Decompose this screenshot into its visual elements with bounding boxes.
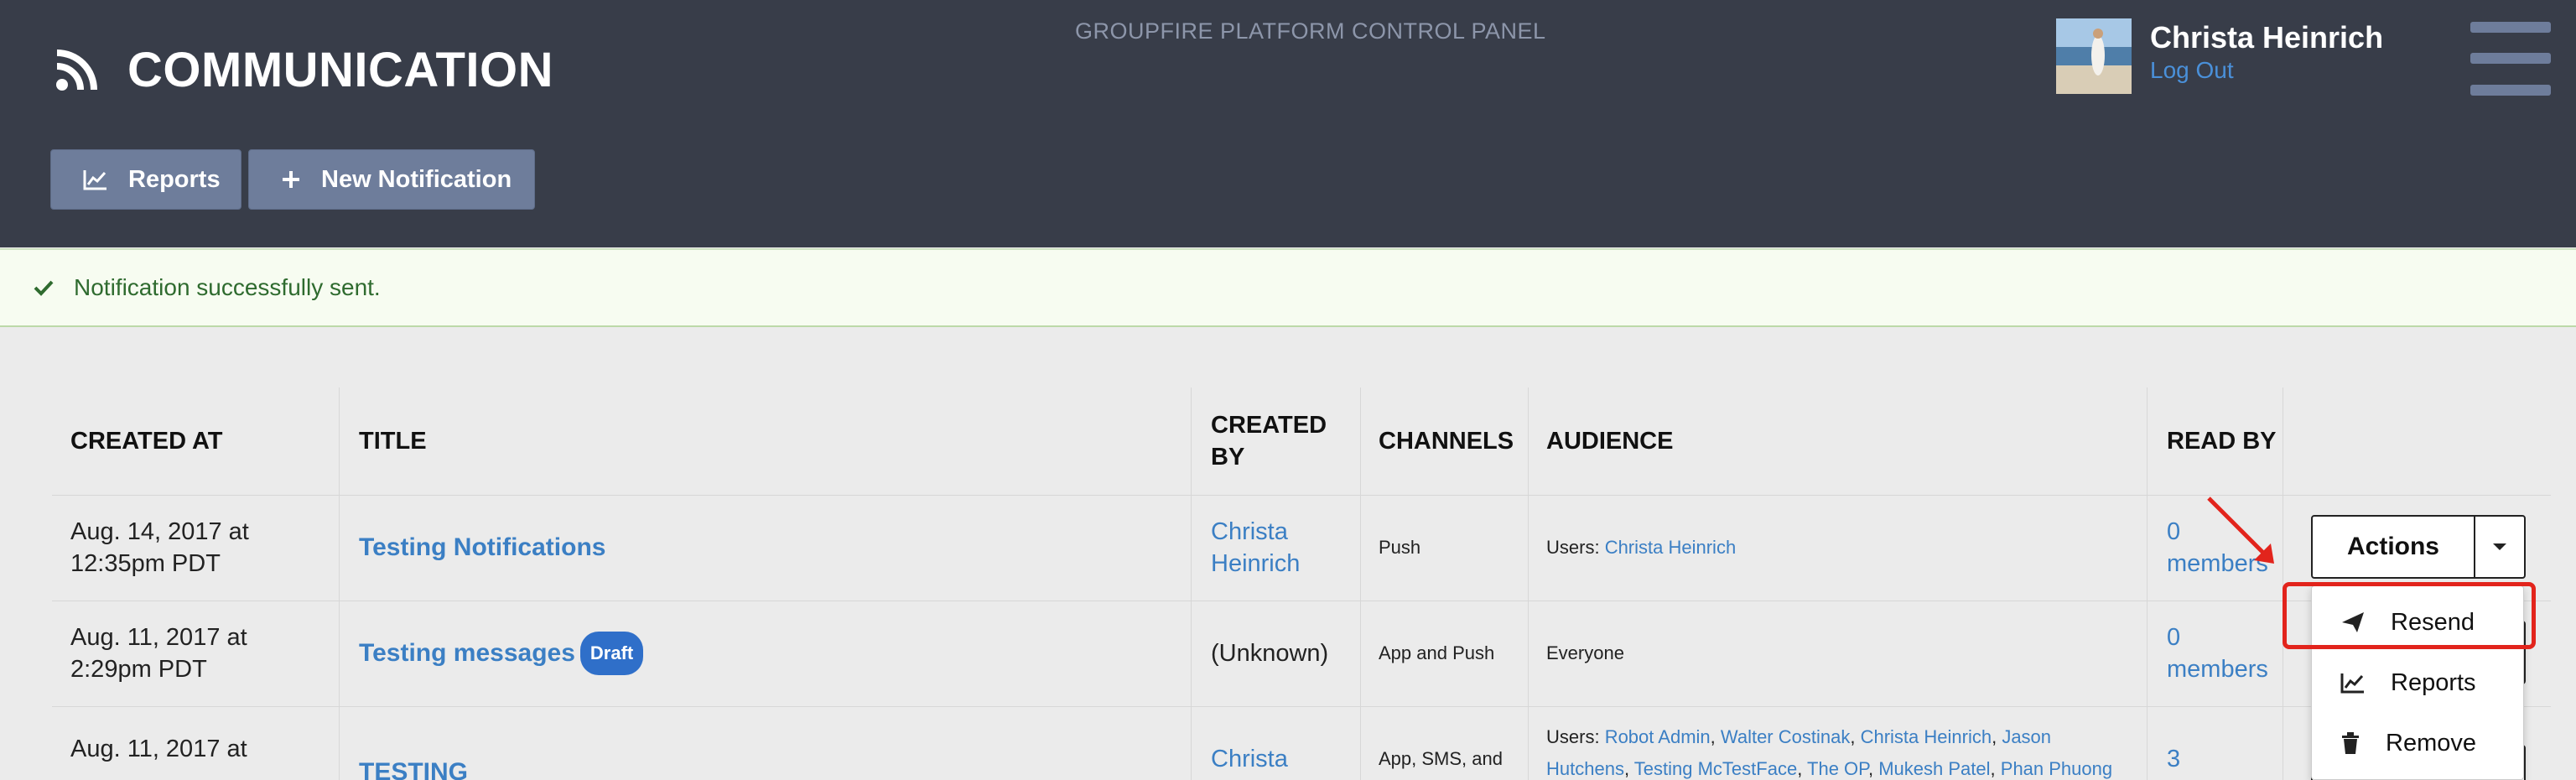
column-header-read-by[interactable]: READ BY bbox=[2148, 387, 2283, 495]
page-title-text: COMMUNICATION bbox=[127, 43, 554, 97]
created-by-link[interactable]: Christa bbox=[1192, 743, 1352, 775]
actions-button[interactable]: Actions bbox=[2311, 515, 2526, 579]
audience-cell: Users: Robot Admin, Walter Costinak, Chr… bbox=[1546, 726, 2113, 779]
channels-cell: App, SMS, and bbox=[1379, 748, 1503, 769]
audience-cell: Users: Christa Heinrich bbox=[1528, 495, 2148, 601]
created-at-cell: Aug. 11, 2017 at bbox=[70, 736, 247, 762]
user-name: Christa Heinrich bbox=[2150, 20, 2384, 55]
notification-title-link[interactable]: TESTING bbox=[359, 757, 468, 780]
actions-button-label[interactable]: Actions bbox=[2313, 517, 2475, 577]
draft-badge: Draft bbox=[579, 632, 644, 675]
check-icon bbox=[34, 280, 54, 296]
title-cell: TESTING bbox=[340, 757, 1179, 780]
audience-user-link[interactable]: Walter Costinak bbox=[1721, 726, 1850, 747]
menu-item-label: Reports bbox=[2391, 668, 2476, 696]
channels-cell: App and Push bbox=[1379, 642, 1495, 663]
column-header-title[interactable]: TITLE bbox=[340, 387, 1196, 495]
menu-item-remove[interactable]: Remove bbox=[2312, 714, 2525, 772]
created-at-cell: Aug. 14, 2017 at 12:35pm PDT bbox=[70, 518, 249, 577]
trash-icon bbox=[2342, 732, 2359, 754]
page-title: COMMUNICATION bbox=[55, 42, 553, 98]
title-cell: Testing Notifications bbox=[340, 495, 1179, 601]
audience-user-link[interactable]: Testing McTestFace bbox=[1634, 758, 1797, 779]
read-by-link[interactable]: 0 members bbox=[2148, 601, 2274, 706]
column-header-created-by[interactable]: CREATED BY bbox=[1192, 387, 1360, 495]
created-by-cell: (Unknown) bbox=[1211, 640, 1329, 667]
logout-link[interactable]: Log Out bbox=[2150, 57, 2234, 84]
audience-label: Users: bbox=[1546, 726, 1605, 747]
resend-highlight-box bbox=[2283, 582, 2536, 649]
title-cell: Testing messages Draft bbox=[340, 601, 1179, 706]
alert-message: Notification successfully sent. bbox=[74, 274, 381, 300]
avatar[interactable] bbox=[2056, 18, 2132, 94]
reports-button-label: Reports bbox=[128, 165, 221, 193]
notification-title-link[interactable]: Testing messages bbox=[359, 637, 575, 669]
audience-user-link[interactable]: The OP bbox=[1807, 758, 1868, 779]
audience-user-link[interactable]: Robot Admin bbox=[1605, 726, 1711, 747]
column-header-created-at[interactable]: CREATED AT bbox=[52, 387, 340, 495]
rss-icon bbox=[56, 49, 97, 91]
plus-icon bbox=[283, 171, 299, 188]
app-header: GROUPFIRE PLATFORM CONTROL PANEL COMMUNI… bbox=[0, 0, 2576, 247]
audience-user-link[interactable]: Phan Phuong bbox=[2001, 758, 2112, 779]
line-chart-icon bbox=[83, 170, 106, 190]
menu-item-reports[interactable]: Reports bbox=[2312, 653, 2525, 712]
hamburger-menu-icon[interactable] bbox=[2470, 22, 2551, 96]
read-by-link[interactable]: 3 bbox=[2148, 743, 2274, 775]
annotation-arrow-icon bbox=[2207, 497, 2274, 564]
audience-user-link[interactable]: Mukesh Patel bbox=[1878, 758, 1990, 779]
success-alert: Notification successfully sent. bbox=[0, 248, 2576, 327]
column-header-channels[interactable]: CHANNELS bbox=[1360, 387, 1528, 495]
new-notification-button-label: New Notification bbox=[321, 165, 512, 193]
caret-down-icon bbox=[2493, 543, 2506, 550]
audience-cell: Everyone bbox=[1546, 642, 1624, 663]
audience-user-link[interactable]: Christa Heinrich bbox=[1605, 532, 1737, 564]
new-notification-button[interactable]: New Notification bbox=[248, 149, 535, 210]
created-at-cell: Aug. 11, 2017 at 2:29pm PDT bbox=[70, 624, 247, 683]
line-chart-icon bbox=[2340, 673, 2364, 694]
created-by-link[interactable]: Christa Heinrich bbox=[1192, 495, 1352, 601]
platform-name: GROUPFIRE PLATFORM CONTROL PANEL bbox=[1075, 18, 1546, 44]
menu-item-label: Remove bbox=[2386, 729, 2476, 757]
reports-button[interactable]: Reports bbox=[50, 149, 242, 210]
notification-title-link[interactable]: Testing Notifications bbox=[359, 532, 605, 564]
column-header-audience[interactable]: AUDIENCE bbox=[1528, 387, 2148, 495]
audience-label: Users: bbox=[1546, 537, 1600, 558]
channels-cell: Push bbox=[1379, 537, 1421, 558]
audience-user-link[interactable]: Christa Heinrich bbox=[1861, 726, 1992, 747]
actions-dropdown-toggle[interactable] bbox=[2475, 517, 2524, 577]
